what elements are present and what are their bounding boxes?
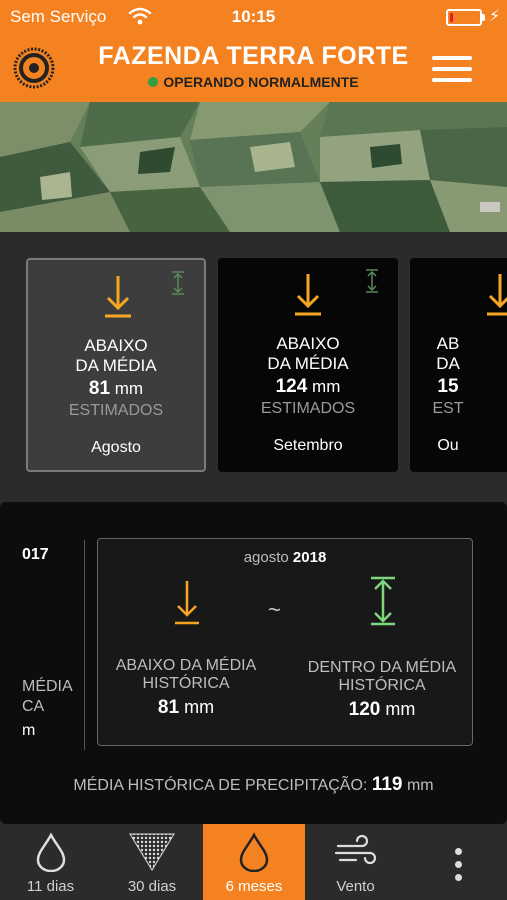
card-estimate-label: ESTIMADOS xyxy=(68,402,164,419)
bottom-tab-bar: 11 dias 30 dias 6 meses Vento xyxy=(0,824,507,900)
range-arrows-icon xyxy=(366,269,378,293)
previous-unit: m xyxy=(22,722,36,739)
farm-title: FAZENDA TERRA FORTE xyxy=(98,42,409,70)
operation-status: OPERANDO NORMALMENTE xyxy=(60,74,447,90)
below-label-line2: HISTÓRICA xyxy=(142,675,230,692)
clock: 10:15 xyxy=(231,7,276,26)
rain-triangle-icon xyxy=(129,833,175,871)
card-status-line2: DA MÉDIA xyxy=(75,356,157,375)
tab-label: Vento xyxy=(336,878,375,895)
previous-year-column: 017 MÉDIA CA m xyxy=(0,502,84,762)
tab-label: 30 dias xyxy=(127,878,177,895)
drop-icon xyxy=(239,832,269,872)
below-label-line1: ABAIXO DA MÉDIA xyxy=(115,657,257,674)
operation-status-text: OPERANDO NORMALMENTE xyxy=(163,74,359,90)
battery-level xyxy=(450,13,453,22)
within-value: 120 mm xyxy=(348,699,416,720)
card-status-line1: AB xyxy=(436,334,460,353)
within-average-summary: DENTRO DA MÉDIA HISTÓRICA 120 mm xyxy=(298,659,466,721)
arrow-down-icon xyxy=(175,581,199,625)
more-vertical-icon[interactable] xyxy=(455,848,463,882)
status-bar: Sem Serviço 10:15 ⚡ xyxy=(0,0,507,34)
range-arrows-icon xyxy=(371,576,395,626)
historical-average: MÉDIA HISTÓRICA DE PRECIPITAÇÃO: 119 mm xyxy=(73,774,434,795)
comparison-separator: ~ xyxy=(268,597,281,622)
arrow-down-icon xyxy=(105,276,131,318)
arrow-down-icon xyxy=(487,274,507,316)
tab-vento[interactable]: Vento xyxy=(305,824,406,900)
card-month: Ou xyxy=(437,437,459,454)
card-status-line2: DA xyxy=(436,354,460,373)
card-value: 15 xyxy=(437,376,459,397)
target-logo-icon[interactable] xyxy=(12,46,56,90)
below-average-summary: ABAIXO DA MÉDIA HISTÓRICA 81 mm xyxy=(106,657,266,719)
within-label-line1: DENTRO DA MÉDIA xyxy=(307,659,457,676)
hamburger-menu-icon[interactable] xyxy=(432,56,472,82)
comparison-box: agosto 2018 ~ ABAIXO DA MÉDIA HISTÓRICA … xyxy=(97,538,473,746)
tab-6-meses[interactable]: 6 meses xyxy=(203,824,305,900)
tab-30-dias[interactable]: 30 dias xyxy=(101,824,203,900)
battery-tip xyxy=(482,14,485,21)
card-month: Agosto xyxy=(91,439,141,456)
previous-label-line2: CA xyxy=(22,698,45,715)
detail-date: agosto 2018 xyxy=(243,549,327,566)
month-detail-panel[interactable]: 017 MÉDIA CA m agosto 2018 ~ ABAIXO DA M… xyxy=(0,502,507,824)
month-card-outubro[interactable]: AB DA 15 EST Ou xyxy=(410,258,507,472)
tab-label: 6 meses xyxy=(225,878,283,895)
previous-label-line1: MÉDIA xyxy=(22,678,73,695)
below-value: 81 mm xyxy=(157,697,215,718)
card-value: 81 mm xyxy=(88,378,144,399)
card-status-line1: ABAIXO xyxy=(84,336,148,355)
battery-icon xyxy=(446,9,482,26)
monthly-forecast-carousel[interactable]: ABAIXO DA MÉDIA 81 mm ESTIMADOS Agosto A… xyxy=(0,232,507,500)
drop-icon xyxy=(36,832,65,872)
wind-icon xyxy=(334,834,376,865)
card-estimate-label: EST xyxy=(432,400,464,417)
previous-year: 017 xyxy=(22,546,49,563)
map-imagery xyxy=(0,102,507,232)
within-label-line2: HISTÓRICA xyxy=(338,677,426,694)
tab-11-dias[interactable]: 11 dias xyxy=(0,824,101,900)
tab-label: 11 dias xyxy=(26,878,75,895)
satellite-map[interactable] xyxy=(0,102,507,232)
app-header: FAZENDA TERRA FORTE OPERANDO NORMALMENTE xyxy=(0,34,507,102)
arrow-down-icon xyxy=(295,274,321,316)
status-dot xyxy=(148,77,159,87)
range-arrows-icon xyxy=(172,271,184,295)
month-card-agosto[interactable]: ABAIXO DA MÉDIA 81 mm ESTIMADOS Agosto xyxy=(26,258,206,472)
charging-icon: ⚡ xyxy=(489,8,501,25)
divider xyxy=(84,540,85,750)
